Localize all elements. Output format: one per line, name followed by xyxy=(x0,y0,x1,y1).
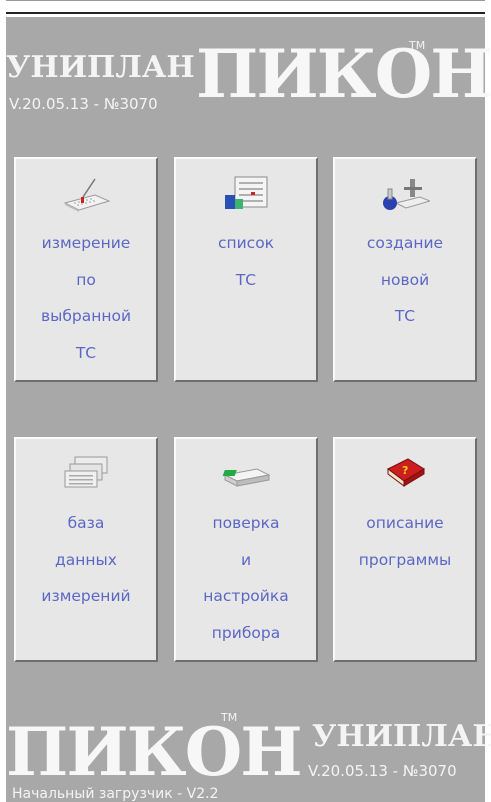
tile-measurement[interactable]: измерение по выбранной ТС xyxy=(14,157,158,382)
create-new-icon xyxy=(383,179,430,210)
tile-ts-list-label: список ТС xyxy=(217,234,275,289)
device-calibration-icon xyxy=(222,468,271,487)
brand-uniplan-bottom: УНИПЛАН xyxy=(312,719,491,754)
tile-create-ts-label: создание новой ТС xyxy=(366,234,444,325)
list-icon xyxy=(225,176,268,209)
tile-program-description-label: описание программы xyxy=(358,514,452,569)
main-panel: УНИПЛАН V.20.05.13 - №3070 ПИКОН TM изме… xyxy=(6,17,491,802)
svg-text:?: ? xyxy=(402,464,408,477)
tile-device-calibration[interactable]: поверка и настройка прибора xyxy=(174,437,318,662)
brand-pikon-bottom: ПИКОН xyxy=(6,713,303,791)
help-book-icon: ? xyxy=(387,458,425,487)
top-border xyxy=(6,0,485,1)
trademark-top: TM xyxy=(409,39,426,52)
database-icon xyxy=(64,456,108,488)
tile-program-description[interactable]: ? описание программы xyxy=(333,437,477,662)
tile-measurement-label: измерение по выбранной ТС xyxy=(40,234,132,362)
tile-ts-list[interactable]: список ТС xyxy=(174,157,318,382)
trademark-bottom: TM xyxy=(221,711,238,724)
version-top: V.20.05.13 - №3070 xyxy=(9,95,158,113)
measurement-icon xyxy=(63,178,111,212)
tile-measurement-db[interactable]: база данных измерений xyxy=(14,437,158,662)
version-bottom: V.20.05.13 - №3070 xyxy=(308,762,457,780)
tile-device-calibration-label: поверка и настройка прибора xyxy=(203,514,289,642)
tile-create-ts[interactable]: создание новой ТС xyxy=(333,157,477,382)
tile-measurement-db-label: база данных измерений xyxy=(41,514,131,605)
top-rule xyxy=(6,12,485,14)
status-bootloader-version: Начальный загрузчик - V2.2 xyxy=(12,786,219,802)
brand-pikon-top: ПИКОН xyxy=(196,35,491,113)
brand-uniplan-top: УНИПЛАН xyxy=(6,50,195,85)
